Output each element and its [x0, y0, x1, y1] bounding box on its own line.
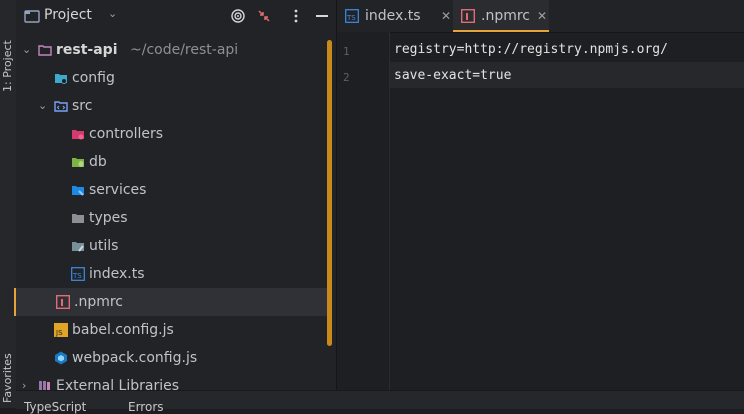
- tree-item-types[interactable]: types: [16, 204, 328, 232]
- editor-area: TS index.ts ✕ .npmrc ✕ 1 2 registry=http…: [336, 0, 744, 390]
- tree-item-npmrc[interactable]: .npmrc: [14, 288, 328, 316]
- tree-item-label: src: [72, 98, 93, 114]
- hide-panel-icon[interactable]: [314, 8, 330, 24]
- svg-text:JS: JS: [55, 329, 63, 337]
- project-view-icon: [24, 10, 40, 23]
- favorites-tool-label[interactable]: Favorites: [1, 353, 14, 403]
- folder-icon: [72, 214, 84, 223]
- project-view-title[interactable]: Project: [44, 7, 92, 23]
- svg-text:TS: TS: [72, 272, 82, 280]
- editor-tab-bar: TS index.ts ✕ .npmrc ✕: [337, 0, 744, 33]
- tree-item-db[interactable]: db: [16, 148, 328, 176]
- tree-item-label: webpack.config.js: [72, 350, 198, 366]
- chevron-down-icon[interactable]: ⌄: [22, 36, 31, 64]
- tree-item-label: types: [89, 210, 128, 226]
- bottom-tool-tabs: TypeScript Errors: [16, 390, 744, 414]
- tree-item-label: rest-api: [56, 42, 118, 58]
- line-number: 1: [343, 45, 350, 58]
- tree-item-label: .npmrc: [74, 294, 123, 310]
- project-panel: Project ⌄ ⌄ rest-api ~/code/rest-api con…: [14, 0, 336, 408]
- line-number-gutter: 1 2: [337, 32, 390, 390]
- npm-file-icon: [461, 9, 475, 23]
- tree-item-src[interactable]: ⌄ src: [16, 92, 328, 120]
- close-icon[interactable]: ✕: [441, 0, 451, 32]
- tab-typescript[interactable]: TypeScript: [24, 400, 86, 414]
- tree-item-index-ts[interactable]: TS index.ts: [16, 260, 328, 288]
- editor-tab-index-ts[interactable]: TS index.ts ✕: [337, 0, 451, 32]
- tree-item-path: ~/code/rest-api: [130, 42, 239, 58]
- editor-tab-label: .npmrc: [481, 8, 530, 24]
- folder-config-icon: [55, 74, 67, 84]
- tree-item-services[interactable]: services: [16, 176, 328, 204]
- line-number: 2: [343, 71, 350, 84]
- locate-icon[interactable]: [230, 8, 246, 24]
- more-options-icon[interactable]: [288, 8, 304, 24]
- tree-item-label: db: [89, 154, 107, 170]
- chevron-down-icon[interactable]: ⌄: [108, 7, 117, 20]
- collapse-all-icon[interactable]: [256, 8, 272, 24]
- tree-item-label: babel.config.js: [72, 322, 174, 338]
- tab-errors[interactable]: Errors: [128, 400, 164, 414]
- close-icon[interactable]: ✕: [537, 0, 547, 32]
- folder-db-icon: [72, 158, 84, 167]
- tree-item-config[interactable]: config: [16, 64, 328, 92]
- folder-source-icon: [54, 101, 68, 112]
- tree-item-babel-config[interactable]: JS babel.config.js: [16, 316, 328, 344]
- project-tool-label[interactable]: 1: Project: [1, 40, 14, 92]
- svg-text:TS: TS: [346, 14, 356, 22]
- npm-file-icon: [56, 295, 70, 309]
- typescript-file-icon: TS: [71, 267, 85, 281]
- tree-item-label: utils: [89, 238, 119, 254]
- typescript-file-icon: TS: [345, 9, 359, 23]
- tree-item-controllers[interactable]: controllers: [16, 120, 328, 148]
- code-line[interactable]: save-exact=true: [394, 68, 511, 83]
- tree-item-label: controllers: [89, 126, 164, 142]
- tree-item-label: config: [72, 70, 115, 86]
- folder-controllers-icon: [72, 130, 84, 140]
- folder-services-icon: [72, 186, 84, 196]
- chevron-down-icon[interactable]: ⌄: [38, 92, 47, 120]
- tree-item-label: services: [89, 182, 147, 198]
- editor-tab-label: index.ts: [365, 8, 421, 24]
- code-line[interactable]: registry=http://registry.npmjs.org/: [394, 42, 668, 57]
- javascript-file-icon: JS: [54, 323, 68, 337]
- tool-window-strip: 1: Project Favorites: [0, 0, 17, 408]
- tree-item-webpack-config[interactable]: webpack.config.js: [16, 344, 328, 372]
- folder-utils-icon: [72, 242, 84, 252]
- editor-tab-npmrc[interactable]: .npmrc ✕: [453, 0, 549, 32]
- tree-item-label: index.ts: [89, 266, 145, 282]
- tree-item-rest-api[interactable]: ⌄ rest-api ~/code/rest-api: [16, 36, 328, 64]
- project-scrollbar[interactable]: [327, 40, 332, 346]
- tree-item-utils[interactable]: utils: [16, 232, 328, 260]
- webpack-file-icon: [55, 351, 67, 365]
- folder-icon: [38, 45, 52, 56]
- project-panel-header: Project ⌄: [16, 0, 336, 32]
